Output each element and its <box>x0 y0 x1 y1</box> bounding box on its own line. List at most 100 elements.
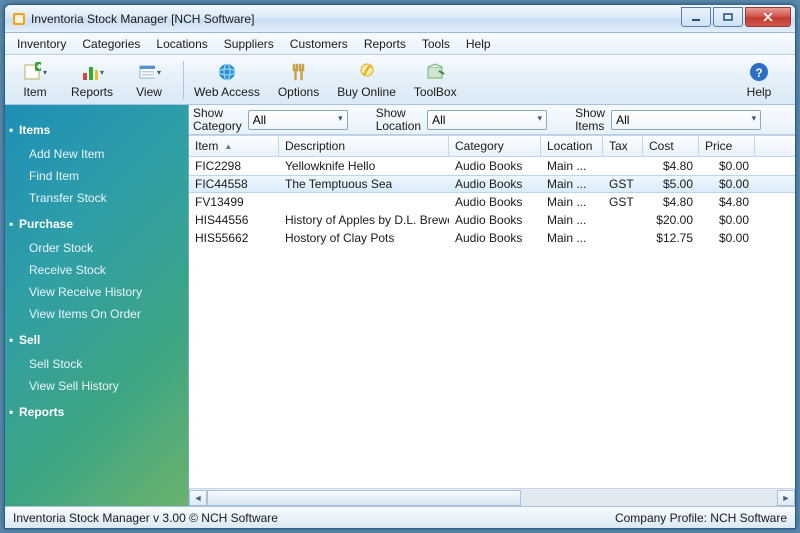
col-header-price[interactable]: Price <box>699 136 755 156</box>
cell-cost: $4.80 <box>643 194 699 210</box>
eye-icon <box>137 60 161 84</box>
cell-tax <box>603 237 643 239</box>
app-window: Inventoria Stock Manager [NCH Software] … <box>4 4 796 529</box>
filter-location-combo[interactable]: All <box>427 110 547 130</box>
toolbar-help-button[interactable]: ?Help <box>735 58 783 102</box>
statusbar: Inventoria Stock Manager v 3.00 © NCH So… <box>5 506 795 528</box>
filter-location-label: Show Location <box>376 107 423 132</box>
cell-loc: Main ... <box>541 212 603 228</box>
status-right: Company Profile: NCH Software <box>615 511 787 525</box>
filter-category-combo[interactable]: All <box>248 110 348 130</box>
toolbar-toolbox-button[interactable]: ToolBox <box>408 58 463 102</box>
sidebar-item-transfer-stock[interactable]: Transfer Stock <box>5 187 188 209</box>
sort-asc-icon: ▲ <box>224 142 232 151</box>
sidebar-item-order-stock[interactable]: Order Stock <box>5 237 188 259</box>
scroll-left-button[interactable]: ◄ <box>189 490 207 506</box>
wrench-icon <box>287 60 311 84</box>
sidebar-header-sell[interactable]: Sell <box>5 325 188 353</box>
cell-desc <box>279 201 449 203</box>
menu-reports[interactable]: Reports <box>356 35 414 53</box>
titlebar[interactable]: Inventoria Stock Manager [NCH Software] <box>5 5 795 33</box>
col-header-item[interactable]: Item▲ <box>189 136 279 156</box>
plus-icon <box>23 60 47 84</box>
menu-categories[interactable]: Categories <box>74 35 148 53</box>
menu-customers[interactable]: Customers <box>282 35 356 53</box>
window-buttons <box>681 11 795 27</box>
cell-price: $4.80 <box>699 194 755 210</box>
cell-cost: $4.80 <box>643 158 699 174</box>
minimize-button[interactable] <box>681 7 711 27</box>
cell-cat: Audio Books <box>449 230 541 246</box>
cell-desc: History of Apples by D.L. Brewer <box>279 212 449 228</box>
cell-tax: GST <box>603 194 643 210</box>
cell-price: $0.00 <box>699 212 755 228</box>
toolbar-reports-button[interactable]: Reports <box>65 58 119 102</box>
close-button[interactable] <box>745 7 791 27</box>
cell-price: $0.00 <box>699 176 755 192</box>
svg-text:?: ? <box>755 66 762 80</box>
sidebar-item-add-new-item[interactable]: Add New Item <box>5 143 188 165</box>
col-header-loc[interactable]: Location <box>541 136 603 156</box>
col-header-cost[interactable]: Cost <box>643 136 699 156</box>
filter-category-label: Show Category <box>193 107 244 132</box>
table-row[interactable]: FIC44558The Temptuous SeaAudio BooksMain… <box>189 175 795 193</box>
sidebar-item-sell-stock[interactable]: Sell Stock <box>5 353 188 375</box>
toolbar: ItemReportsView Web AccessOptionsBuy Onli… <box>5 55 795 105</box>
table-row[interactable]: HIS55662Hostory of Clay PotsAudio BooksM… <box>189 229 795 247</box>
menu-suppliers[interactable]: Suppliers <box>216 35 282 53</box>
app-icon <box>11 11 27 27</box>
cell-item: FIC2298 <box>189 158 279 174</box>
col-header-tax[interactable]: Tax <box>603 136 643 156</box>
help-icon: ? <box>747 60 771 84</box>
maximize-button[interactable] <box>713 7 743 27</box>
sidebar: ItemsAdd New ItemFind ItemTransfer Stock… <box>5 105 189 506</box>
main-panel: Show Category All Show Location All Show… <box>189 105 795 506</box>
col-header-cat[interactable]: Category <box>449 136 541 156</box>
sidebar-item-view-receive-history[interactable]: View Receive History <box>5 281 188 303</box>
toolbar-options-button[interactable]: Options <box>272 58 325 102</box>
menu-tools[interactable]: Tools <box>414 35 458 53</box>
sidebar-item-find-item[interactable]: Find Item <box>5 165 188 187</box>
col-header-desc[interactable]: Description <box>279 136 449 156</box>
cell-loc: Main ... <box>541 230 603 246</box>
sidebar-header-reports[interactable]: Reports <box>5 397 188 425</box>
body: ItemsAdd New ItemFind ItemTransfer Stock… <box>5 105 795 506</box>
scroll-right-button[interactable]: ► <box>777 490 795 506</box>
sidebar-header-purchase[interactable]: Purchase <box>5 209 188 237</box>
toolbar-web-button[interactable]: Web Access <box>188 58 266 102</box>
box-icon <box>423 60 447 84</box>
cell-cost: $20.00 <box>643 212 699 228</box>
filter-items-combo[interactable]: All <box>611 110 761 130</box>
table-row[interactable]: FV13499Audio BooksMain ...GST$4.80$4.80 <box>189 193 795 211</box>
table-row[interactable]: FIC2298Yellowknife HelloAudio BooksMain … <box>189 157 795 175</box>
sidebar-header-items[interactable]: Items <box>5 115 188 143</box>
cell-loc: Main ... <box>541 194 603 210</box>
cell-desc: The Temptuous Sea <box>279 176 449 192</box>
globe-icon <box>215 60 239 84</box>
window-title: Inventoria Stock Manager [NCH Software] <box>31 12 681 26</box>
sidebar-item-view-items-on-order[interactable]: View Items On Order <box>5 303 188 325</box>
grid-headers: Item▲DescriptionCategoryLocationTaxCostP… <box>189 135 795 157</box>
cell-item: HIS44556 <box>189 212 279 228</box>
menu-help[interactable]: Help <box>458 35 499 53</box>
sidebar-item-receive-stock[interactable]: Receive Stock <box>5 259 188 281</box>
scroll-track[interactable] <box>207 490 777 506</box>
cell-item: HIS55662 <box>189 230 279 246</box>
menu-inventory[interactable]: Inventory <box>9 35 74 53</box>
cell-desc: Hostory of Clay Pots <box>279 230 449 246</box>
cell-cat: Audio Books <box>449 176 541 192</box>
horizontal-scrollbar[interactable]: ◄ ► <box>189 488 795 506</box>
cart-icon <box>355 60 379 84</box>
cell-desc: Yellowknife Hello <box>279 158 449 174</box>
toolbar-buy-button[interactable]: Buy Online <box>331 58 402 102</box>
cell-loc: Main ... <box>541 176 603 192</box>
cell-tax: GST <box>603 176 643 192</box>
sidebar-item-view-sell-history[interactable]: View Sell History <box>5 375 188 397</box>
menu-locations[interactable]: Locations <box>148 35 215 53</box>
cell-tax <box>603 165 643 167</box>
toolbar-item-button[interactable]: Item <box>11 58 59 102</box>
toolbar-view-button[interactable]: View <box>125 58 173 102</box>
cell-loc: Main ... <box>541 158 603 174</box>
scroll-thumb[interactable] <box>207 490 521 506</box>
table-row[interactable]: HIS44556History of Apples by D.L. Brewer… <box>189 211 795 229</box>
